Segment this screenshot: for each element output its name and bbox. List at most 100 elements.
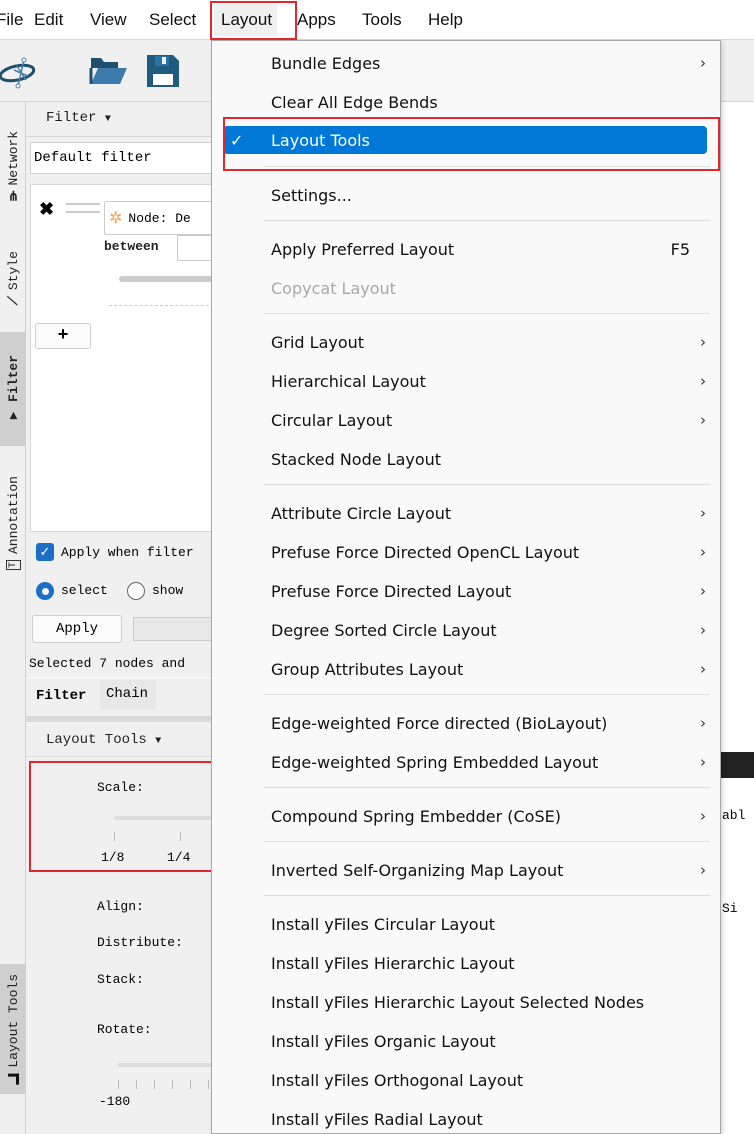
menu-item-label: Copycat Layout	[271, 278, 396, 298]
menu-item-stacked-node-layout[interactable]: Stacked Node Layout	[212, 441, 720, 477]
chevron-right-icon: ›	[700, 582, 706, 600]
add-filter-button[interactable]: +	[35, 323, 91, 349]
side-tab-style[interactable]: ⟋ Style	[0, 226, 26, 330]
side-tab-annotation[interactable]: T Annotation	[0, 448, 26, 598]
menu-item-biolayout[interactable]: Edge-weighted Force directed (BioLayout)…	[212, 705, 720, 741]
menu-apps[interactable]: Apps	[297, 10, 336, 30]
apply-button[interactable]: Apply	[32, 615, 122, 643]
menu-item-yfiles-radial[interactable]: Install yFiles Radial Layout	[212, 1101, 720, 1134]
menu-item-label: Install yFiles Circular Layout	[271, 914, 495, 934]
filter-name-field[interactable]: Default filter	[30, 142, 212, 174]
stack-label: Stack:	[97, 972, 144, 987]
chevron-right-icon: ›	[700, 333, 706, 351]
side-tab-label: Layout Tools	[5, 973, 21, 1068]
save-icon[interactable]	[145, 53, 181, 94]
menu-item-label: Clear All Edge Bends	[271, 92, 438, 112]
divider	[109, 305, 219, 306]
tab-chain[interactable]: Chain	[100, 680, 156, 710]
menu-item-yfiles-hierarchic[interactable]: Install yFiles Hierarchic Layout	[212, 945, 720, 981]
divider	[26, 756, 212, 757]
menu-item-copycat-layout: Copycat Layout	[212, 270, 720, 306]
menu-item-label: Prefuse Force Directed OpenCL Layout	[271, 542, 580, 562]
menu-help[interactable]: Help	[428, 10, 463, 30]
menu-item-yfiles-hierarchic-selected[interactable]: Install yFiles Hierarchic Layout Selecte…	[212, 984, 720, 1020]
menu-item-label: Compound Spring Embedder (CoSE)	[271, 806, 561, 826]
menu-item-spring-embedded-layout[interactable]: Edge-weighted Spring Embedded Layout ›	[212, 744, 720, 780]
menu-item-yfiles-orthogonal[interactable]: Install yFiles Orthogonal Layout	[212, 1062, 720, 1098]
menu-separator	[264, 787, 710, 788]
menu-select[interactable]: Select	[149, 10, 196, 30]
scale-slider[interactable]	[114, 816, 212, 820]
side-tab-layout-tools[interactable]: Layout Tools	[0, 964, 26, 1094]
menu-separator	[264, 166, 710, 167]
side-tab-network[interactable]: ⋔ Network	[0, 112, 26, 222]
menu-item-cose-layout[interactable]: Compound Spring Embedder (CoSE) ›	[212, 798, 720, 834]
menu-view[interactable]: View	[90, 10, 127, 30]
cytoscape-logo-icon[interactable]	[0, 54, 54, 95]
menu-item-label: Install yFiles Hierarchic Layout Selecte…	[271, 992, 645, 1012]
node-filter-chip[interactable]: ✲ Node: De	[104, 201, 214, 235]
show-radio[interactable]	[127, 582, 145, 600]
chevron-right-icon: ›	[700, 660, 706, 678]
distribute-label: Distribute:	[97, 935, 183, 950]
menu-item-group-attributes-layout[interactable]: Group Attributes Layout ›	[212, 651, 720, 687]
menu-item-label: Inverted Self-Organizing Map Layout	[271, 860, 564, 880]
menu-item-prefuse-opencl-layout[interactable]: Prefuse Force Directed OpenCL Layout ›	[212, 534, 720, 570]
menu-item-label: Attribute Circle Layout	[271, 503, 452, 523]
menu-item-settings[interactable]: Settings...	[212, 177, 720, 213]
select-radio[interactable]	[36, 582, 54, 600]
dropdown-arrow-icon: ▼	[155, 736, 162, 747]
menu-item-label: Grid Layout	[271, 332, 365, 352]
menu-item-layout-tools[interactable]: ✓ Layout Tools	[223, 126, 707, 154]
menu-item-grid-layout[interactable]: Grid Layout ›	[212, 324, 720, 360]
menu-item-attribute-circle-layout[interactable]: Attribute Circle Layout ›	[212, 495, 720, 531]
tab-filter[interactable]: Filter	[28, 680, 98, 712]
remove-filter-icon[interactable]: ✖	[39, 199, 54, 220]
side-tab-filter[interactable]: ▼ Filter	[0, 332, 26, 446]
chevron-right-icon: ›	[700, 621, 706, 639]
layout-tools-panel: Layout Tools ▼ Scale: 1/8 1/4 Align: Dis…	[26, 722, 212, 1134]
layout-tools-header[interactable]: Layout Tools ▼	[46, 732, 161, 748]
menu-item-label: Install yFiles Hierarchic Layout	[271, 953, 515, 973]
rotate-label: Rotate:	[97, 1022, 152, 1037]
menu-tools[interactable]: Tools	[362, 10, 402, 30]
range-slider[interactable]	[119, 276, 219, 282]
menu-file[interactable]: File	[0, 10, 23, 30]
network-icon: ⋔	[7, 189, 19, 205]
apply-when-filter-checkbox[interactable]: ✓	[36, 543, 54, 561]
menu-item-prefuse-layout[interactable]: Prefuse Force Directed Layout ›	[212, 573, 720, 609]
menu-separator	[264, 841, 710, 842]
menu-separator	[264, 313, 710, 314]
align-label: Align:	[97, 899, 144, 914]
node-degree-icon: ✲	[109, 210, 123, 227]
drag-handle-icon[interactable]	[66, 203, 100, 213]
menu-item-yfiles-circular[interactable]: Install yFiles Circular Layout	[212, 906, 720, 942]
menu-item-label: Install yFiles Orthogonal Layout	[271, 1070, 524, 1090]
menu-item-apply-preferred-layout[interactable]: Apply Preferred Layout F5	[212, 231, 720, 267]
menu-item-circular-layout[interactable]: Circular Layout ›	[212, 402, 720, 438]
menu-item-clear-all-edge-bends[interactable]: Clear All Edge Bends	[212, 84, 720, 120]
share-icon[interactable]	[720, 752, 754, 778]
menu-item-yfiles-organic[interactable]: Install yFiles Organic Layout	[212, 1023, 720, 1059]
scale-tick	[180, 832, 181, 841]
menu-item-bundle-edges[interactable]: Bundle Edges ›	[212, 45, 720, 81]
rotate-slider[interactable]	[118, 1063, 212, 1067]
chevron-right-icon: ›	[700, 411, 706, 429]
menu-item-isom-layout[interactable]: Inverted Self-Organizing Map Layout ›	[212, 852, 720, 888]
menu-layout[interactable]: Layout	[214, 4, 278, 36]
rotate-tick-label: -180	[99, 1094, 131, 1109]
select-radio-label: select	[61, 583, 108, 598]
dropdown-arrow-icon: ▼	[104, 114, 111, 125]
menu-edit[interactable]: Edit	[34, 10, 63, 30]
open-folder-icon[interactable]	[89, 56, 129, 91]
menu-item-degree-sorted-circle-layout[interactable]: Degree Sorted Circle Layout ›	[212, 612, 720, 648]
chevron-right-icon: ›	[700, 714, 706, 732]
annotation-icon: T	[5, 560, 21, 571]
menu-separator	[264, 220, 710, 221]
chevron-right-icon: ›	[700, 753, 706, 771]
menu-item-label: Install yFiles Radial Layout	[271, 1109, 483, 1129]
rotate-ticks	[118, 1080, 212, 1089]
filter-panel-header[interactable]: Filter ▼	[46, 110, 111, 126]
network-canvas[interactable]: abl Si	[720, 102, 754, 1134]
menu-item-hierarchical-layout[interactable]: Hierarchical Layout ›	[212, 363, 720, 399]
